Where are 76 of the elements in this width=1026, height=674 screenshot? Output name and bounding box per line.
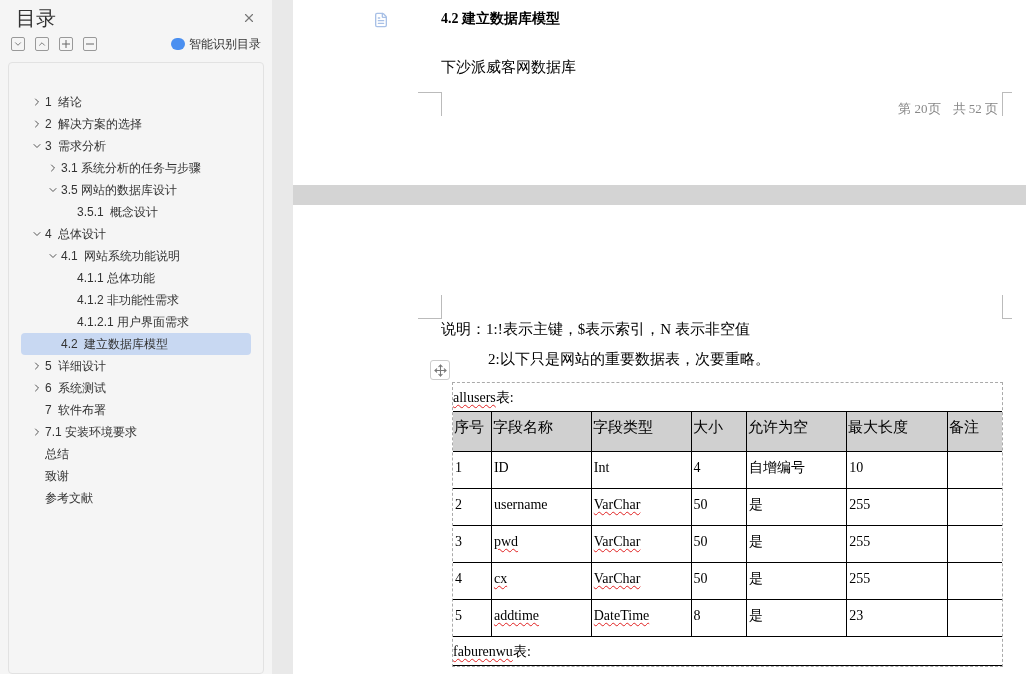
move-handle-icon[interactable]	[430, 360, 450, 380]
table-text: cx	[493, 571, 508, 586]
table-text: DateTime	[593, 608, 650, 623]
toc-item[interactable]: 1 绪论	[21, 91, 251, 113]
table-text: 10	[849, 460, 864, 475]
column-header: 序号	[453, 418, 485, 437]
toc-item[interactable]: 4.1 网站系统功能说明	[21, 245, 251, 267]
column-header: 备注	[947, 412, 1002, 451]
table-text: 2	[455, 497, 462, 512]
table-text: 是	[749, 608, 764, 623]
table-text: 23	[849, 608, 864, 623]
toc-item[interactable]: 3 需求分析	[21, 135, 251, 157]
table-text: addtime	[493, 608, 540, 623]
toc-item[interactable]: 4 总体设计	[21, 223, 251, 245]
table-text: 5	[455, 608, 462, 623]
table-text: 3	[455, 534, 462, 549]
toc-item[interactable]: 7.1 安装环境要求	[21, 421, 251, 443]
table-text: 255	[849, 497, 871, 512]
note-text: 2:以下只是网站的重要数据表，次要重略。	[487, 350, 771, 369]
table-text: 4	[693, 460, 701, 475]
table-text: VarChar	[593, 497, 641, 512]
note-text: 说明：1:!表示主键，$表示索引，N 表示非空值	[441, 320, 751, 339]
toc-item[interactable]: 参考文献	[21, 487, 251, 509]
paragraph: 下沙派威客网数据库	[441, 58, 577, 77]
table-text: 自增编号	[749, 460, 806, 475]
smart-toc-button[interactable]: 智能识别目录	[171, 35, 261, 53]
crop-mark	[1002, 92, 1012, 116]
toc-item[interactable]: 致谢	[21, 465, 251, 487]
crop-mark	[1002, 295, 1012, 319]
table-text: 50	[693, 497, 708, 512]
table-text: Int	[593, 460, 610, 475]
table-text: 8	[693, 608, 701, 623]
table-text: ID	[493, 460, 509, 475]
column-header: 大小	[690, 412, 747, 451]
collapse-icon[interactable]	[35, 37, 49, 51]
column-header: 字段名称	[490, 412, 591, 451]
table-text: VarChar	[593, 571, 641, 586]
table-text: pwd	[493, 534, 519, 549]
toc-item[interactable]: 3.5.1 概念设计	[21, 201, 251, 223]
toc-item[interactable]: 2 解决方案的选择	[21, 113, 251, 135]
toc-item[interactable]: 5 详细设计	[21, 355, 251, 377]
page-total: 共 52 页	[952, 100, 998, 118]
toc-item[interactable]: 6 系统测试	[21, 377, 251, 399]
table-text: 是	[749, 497, 764, 512]
table-text: username	[493, 497, 548, 512]
minus-icon[interactable]	[83, 37, 97, 51]
toc-item[interactable]: 3.5 网站的数据库设计	[21, 179, 251, 201]
toc-item[interactable]: 4.1.2 非功能性需求	[21, 289, 251, 311]
expand-icon[interactable]	[11, 37, 25, 51]
column-header: 字段类型	[590, 412, 691, 451]
toc-item[interactable]: 7 软件布署	[21, 399, 251, 421]
table-text: VarChar	[593, 534, 641, 549]
table-text: 50	[693, 534, 708, 549]
crop-mark	[418, 295, 442, 319]
toc-item[interactable]: 总结	[21, 443, 251, 465]
table-text: 1	[455, 460, 462, 475]
crop-mark	[418, 92, 442, 116]
toc-item[interactable]: 4.1.2.1 用户界面需求	[21, 311, 251, 333]
table-text: 4	[455, 571, 462, 586]
page-number: 第 20页	[898, 100, 941, 118]
table-caption: faburenwu表:	[453, 637, 1002, 666]
toc-item[interactable]: 4.1.1 总体功能	[21, 267, 251, 289]
toc-item[interactable]: 4.2 建立数据库模型	[21, 333, 251, 355]
table-text: 255	[849, 571, 871, 586]
table-text: 是	[749, 534, 764, 549]
table-text: 是	[749, 571, 764, 586]
column-header: 允许为空	[746, 412, 847, 451]
close-icon[interactable]	[242, 11, 256, 25]
sidebar-title: 目录	[16, 6, 56, 31]
toc-item[interactable]: 3.1 系统分析的任务与步骤	[21, 157, 251, 179]
column-header: 最大长度	[846, 412, 948, 451]
section-heading: 4.2 建立数据库模型	[441, 10, 561, 28]
table-text: 50	[693, 571, 708, 586]
table-text: 255	[849, 534, 871, 549]
document-icon[interactable]	[373, 12, 389, 28]
plus-icon[interactable]	[59, 37, 73, 51]
